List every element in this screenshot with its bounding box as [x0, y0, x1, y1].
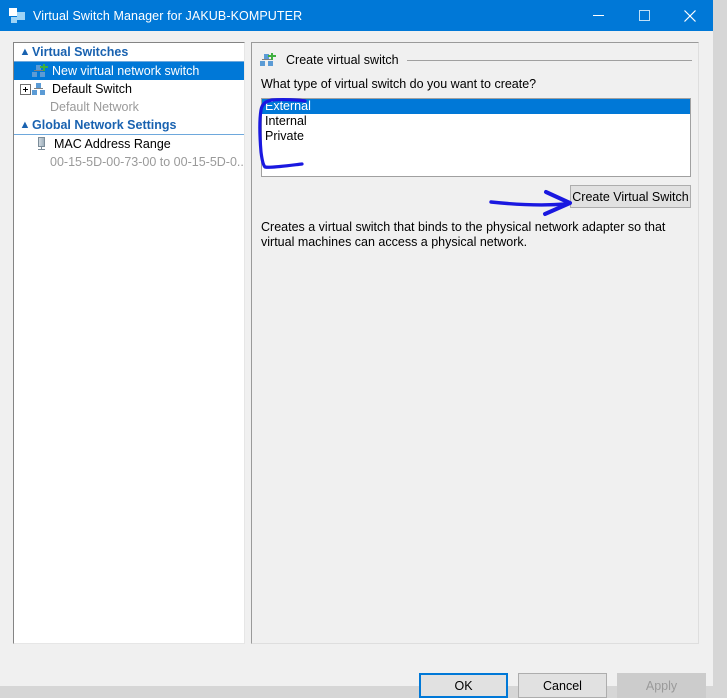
- section-divider: [406, 59, 692, 61]
- sidebar-item-default-switch[interactable]: Default Switch: [14, 80, 244, 98]
- mac-address-icon: [34, 137, 50, 151]
- dialog-footer: OK Cancel Apply: [0, 644, 713, 698]
- sidebar-item-sublabel: 00-15-5D-00-73-00 to 00-15-5D-0...: [50, 155, 245, 169]
- sidebar-item-mac-address-range[interactable]: MAC Address Range: [14, 135, 244, 153]
- collapse-chevron-icon[interactable]: ▲: [18, 119, 32, 131]
- virtual-switch-manager-window: Virtual Switch Manager for JAKUB-KOMPUTE…: [0, 0, 713, 698]
- tree-group-label: Virtual Switches: [32, 45, 129, 59]
- create-virtual-switch-button[interactable]: Create Virtual Switch: [570, 185, 691, 208]
- switch-type-option-internal[interactable]: Internal: [262, 114, 690, 129]
- tree-group-virtual-switches[interactable]: ▲ Virtual Switches: [14, 43, 244, 62]
- tree-group-global-network-settings[interactable]: ▲ Global Network Settings: [14, 116, 244, 135]
- collapse-chevron-icon[interactable]: ▲: [18, 46, 32, 58]
- switch-type-option-private[interactable]: Private: [262, 129, 690, 144]
- sidebar-item-sublabel: Default Network: [50, 100, 139, 114]
- virtual-switch-icon: [9, 7, 25, 24]
- detail-panel: Create virtual switch What type of virtu…: [251, 42, 699, 644]
- sidebar-item-label: MAC Address Range: [54, 137, 171, 151]
- expand-toggle-icon[interactable]: [18, 83, 32, 95]
- close-icon[interactable]: [667, 0, 713, 31]
- new-virtual-switch-icon: [260, 53, 276, 67]
- dialog-content: ▲ Virtual Switches New virtual network s…: [0, 31, 713, 698]
- virtual-switch-tree[interactable]: ▲ Virtual Switches New virtual network s…: [13, 42, 245, 644]
- switch-type-question: What type of virtual switch do you want …: [261, 77, 537, 91]
- switch-type-description: Creates a virtual switch that binds to t…: [261, 220, 666, 249]
- sidebar-item-label: Default Switch: [52, 82, 132, 96]
- section-title: Create virtual switch: [286, 53, 399, 67]
- new-virtual-switch-icon: [32, 64, 48, 78]
- window-title: Virtual Switch Manager for JAKUB-KOMPUTE…: [33, 8, 303, 23]
- switch-type-listbox[interactable]: External Internal Private: [261, 98, 691, 177]
- minimize-icon[interactable]: [575, 0, 621, 31]
- switch-type-option-external[interactable]: External: [262, 99, 690, 114]
- window-controls: [575, 0, 713, 31]
- virtual-switch-icon: [32, 82, 48, 96]
- title-bar: Virtual Switch Manager for JAKUB-KOMPUTE…: [0, 0, 713, 31]
- sidebar-item-label: New virtual network switch: [52, 64, 200, 78]
- section-header: Create virtual switch: [260, 51, 692, 69]
- sidebar-item-new-virtual-network-switch[interactable]: New virtual network switch: [14, 62, 244, 80]
- tree-group-label: Global Network Settings: [32, 118, 177, 132]
- maximize-icon[interactable]: [621, 0, 667, 31]
